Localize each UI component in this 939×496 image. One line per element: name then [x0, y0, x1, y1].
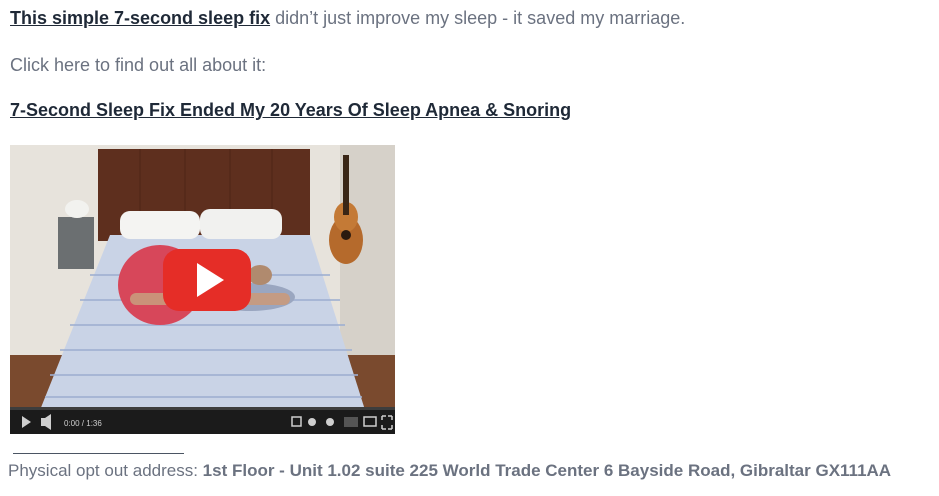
footer-divider	[13, 453, 184, 454]
headline-link[interactable]: 7-Second Sleep Fix Ended My 20 Years Of …	[10, 100, 571, 120]
theater-icon	[344, 417, 358, 427]
cta-text: Click here to find out all about it:	[10, 55, 267, 75]
play-icon[interactable]	[163, 249, 251, 311]
settings-icon	[308, 418, 316, 426]
intro-text: didn’t just improve my sleep - it saved …	[270, 8, 686, 28]
opt-out-address-value: 1st Floor - Unit 1.02 suite 225 World Tr…	[202, 461, 892, 480]
intro-paragraph: This simple 7-second sleep fix didn’t ju…	[10, 8, 685, 29]
video-scene: 0:00 / 1:36	[10, 145, 395, 434]
video-thumbnail[interactable]: 0:00 / 1:36	[10, 145, 395, 434]
opt-out-address: Physical opt out address: 1st Floor - Un…	[8, 461, 891, 481]
volume-icon	[41, 418, 45, 426]
sleep-fix-link[interactable]: This simple 7-second sleep fix	[10, 8, 270, 28]
headline: 7-Second Sleep Fix Ended My 20 Years Of …	[10, 100, 571, 121]
opt-out-label: Physical opt out address:	[8, 461, 203, 480]
email-body: This simple 7-second sleep fix didn’t ju…	[0, 0, 939, 496]
time-label: 0:00 / 1:36	[64, 419, 102, 428]
